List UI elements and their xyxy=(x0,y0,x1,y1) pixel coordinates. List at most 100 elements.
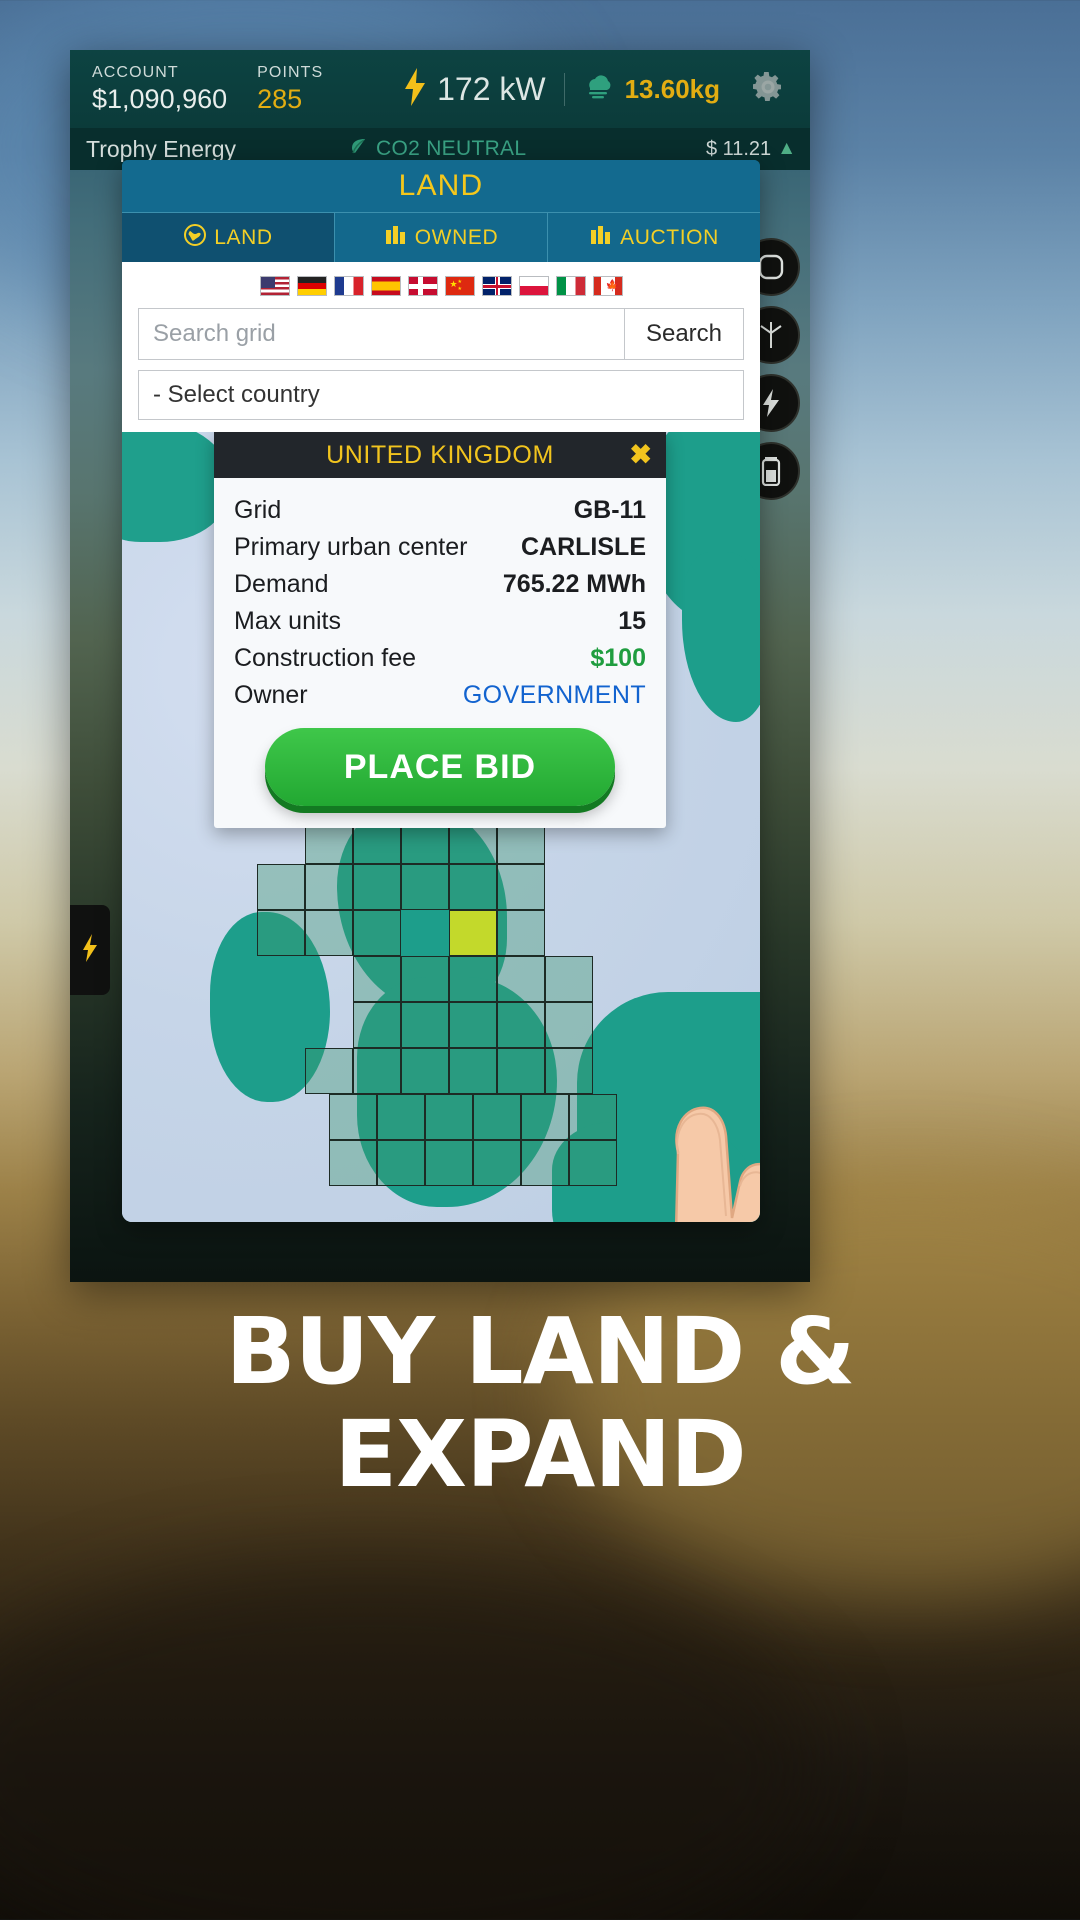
map-area[interactable]: UNITED KINGDOM ✖ Grid GB-11 Primary urba… xyxy=(122,432,760,1222)
grid-cell[interactable] xyxy=(401,956,449,1002)
company-name: Trophy Energy xyxy=(86,135,236,162)
leaf-icon xyxy=(348,136,368,162)
flag-italy[interactable] xyxy=(555,276,586,296)
grid-cell[interactable] xyxy=(497,1048,545,1094)
grid-cell[interactable] xyxy=(449,1002,497,1048)
grid-cell[interactable] xyxy=(329,1094,377,1140)
settings-button[interactable] xyxy=(736,69,796,110)
grid-cell[interactable] xyxy=(353,864,401,910)
close-icon[interactable]: ✖ xyxy=(629,441,652,469)
detail-value[interactable]: GOVERNMENT xyxy=(463,681,646,710)
grid-cell-selected[interactable] xyxy=(449,910,497,956)
grid-cell[interactable] xyxy=(497,864,545,910)
grid-cell[interactable] xyxy=(497,910,545,956)
globe-icon xyxy=(183,223,207,253)
grid-cell[interactable] xyxy=(545,1002,593,1048)
flag-denmark[interactable] xyxy=(407,276,438,296)
tab-land-label: LAND xyxy=(214,225,273,249)
grid-cell[interactable] xyxy=(305,1048,353,1094)
hud-right-group: 172 kW 13.60kg xyxy=(385,50,810,128)
search-button[interactable]: Search xyxy=(624,308,744,360)
detail-label: Grid xyxy=(234,496,282,524)
flag-selector: ★ ★ ★ 🍁 xyxy=(138,272,744,308)
grid-cell[interactable] xyxy=(425,1094,473,1140)
detail-row-grid: Grid GB-11 xyxy=(234,492,646,529)
tab-land[interactable]: LAND xyxy=(122,213,335,262)
tab-owned[interactable]: OWNED xyxy=(335,213,548,262)
grid-cell[interactable] xyxy=(257,864,305,910)
lightning-bolt-icon xyxy=(761,389,781,417)
lightning-bolt-icon xyxy=(403,67,427,111)
flag-france[interactable] xyxy=(333,276,364,296)
panel-title: LAND xyxy=(122,160,760,212)
panel-tabs: LAND OWNED AUCTION xyxy=(122,212,760,262)
grid-cell[interactable] xyxy=(449,1048,497,1094)
flag-germany[interactable] xyxy=(296,276,327,296)
tab-auction-label: AUCTION xyxy=(620,225,719,249)
co2-neutral-badge: CO2 NEUTRAL xyxy=(348,136,526,162)
grid-cell[interactable] xyxy=(473,1140,521,1186)
grid-cell[interactable] xyxy=(353,1002,401,1048)
tab-owned-label: OWNED xyxy=(414,225,499,249)
grid-cell[interactable] xyxy=(497,1002,545,1048)
land-panel: LAND LAND OWNED AUCTION ★ ★ ★ 🍁 Search g… xyxy=(122,160,760,1222)
grid-cell[interactable] xyxy=(305,910,353,956)
grid-cell[interactable] xyxy=(449,956,497,1002)
grid-cell[interactable] xyxy=(377,1140,425,1186)
grid-cell[interactable] xyxy=(545,1048,593,1094)
lightning-bolt-icon xyxy=(81,933,99,967)
battery-icon xyxy=(761,456,781,486)
bid-button-wrap: PLACE BID xyxy=(214,720,666,828)
flag-china[interactable]: ★ ★ ★ xyxy=(444,276,475,296)
game-screen: ACCOUNT $1,090,960 POINTS 285 172 kW 13.… xyxy=(70,50,810,1282)
flag-poland[interactable] xyxy=(518,276,549,296)
grid-cell[interactable] xyxy=(353,956,401,1002)
co2-value: 13.60kg xyxy=(624,73,720,104)
grid-cell[interactable] xyxy=(329,1140,377,1186)
grid-cell[interactable] xyxy=(473,1094,521,1140)
grid-cell[interactable] xyxy=(569,1140,617,1186)
left-power-tab[interactable] xyxy=(70,905,110,995)
detail-label: Max units xyxy=(234,607,341,635)
flag-united-kingdom[interactable] xyxy=(481,276,512,296)
grid-cell[interactable] xyxy=(449,864,497,910)
tab-auction[interactable]: AUCTION xyxy=(548,213,760,262)
gear-icon xyxy=(750,69,786,110)
grid-cell[interactable] xyxy=(257,910,305,956)
detail-row-urban-center: Primary urban center CARLISLE xyxy=(234,529,646,566)
grid-cell[interactable] xyxy=(545,956,593,1002)
grid-cell[interactable] xyxy=(401,864,449,910)
hand-cursor-icon xyxy=(620,1032,760,1222)
country-select[interactable]: - Select country xyxy=(138,370,744,420)
grid-cell[interactable] xyxy=(401,1048,449,1094)
grid-cell[interactable] xyxy=(569,1094,617,1140)
flag-canada[interactable]: 🍁 xyxy=(592,276,623,296)
search-input[interactable]: Search grid xyxy=(138,308,624,360)
card-title: UNITED KINGDOM xyxy=(326,440,554,469)
account-stat: ACCOUNT $1,090,960 xyxy=(70,64,227,115)
stock-price-value: $ 11.21 xyxy=(705,137,772,160)
grid-cell[interactable] xyxy=(521,1094,569,1140)
grid-cell[interactable] xyxy=(353,910,401,956)
grid-cell[interactable] xyxy=(425,1140,473,1186)
search-area: ★ ★ ★ 🍁 Search grid Search - Select coun… xyxy=(122,262,760,432)
detail-value: $100 xyxy=(590,644,646,672)
hud-bar: ACCOUNT $1,090,960 POINTS 285 172 kW 13.… xyxy=(70,50,810,128)
grid-cell[interactable] xyxy=(353,1048,401,1094)
detail-value: GB-11 xyxy=(573,496,646,524)
grid-cell[interactable] xyxy=(305,864,353,910)
bar-chart-icon xyxy=(384,223,408,253)
grid-cell[interactable] xyxy=(497,956,545,1002)
place-bid-button[interactable]: PLACE BID xyxy=(265,728,615,806)
flag-spain[interactable] xyxy=(370,276,401,296)
grid-cell[interactable] xyxy=(521,1140,569,1186)
detail-label: Owner xyxy=(234,681,308,709)
grid-cell[interactable] xyxy=(377,1094,425,1140)
stock-price: $ 11.21 ▲ xyxy=(706,138,810,161)
co2-neutral-label: CO2 NEUTRAL xyxy=(376,137,527,160)
grid-cell[interactable] xyxy=(401,1002,449,1048)
rounded-square-icon xyxy=(758,254,784,280)
flag-united-states[interactable] xyxy=(259,276,290,296)
detail-value: CARLISLE xyxy=(521,533,646,561)
promo-line-1: BUY LAND & xyxy=(225,1298,856,1405)
